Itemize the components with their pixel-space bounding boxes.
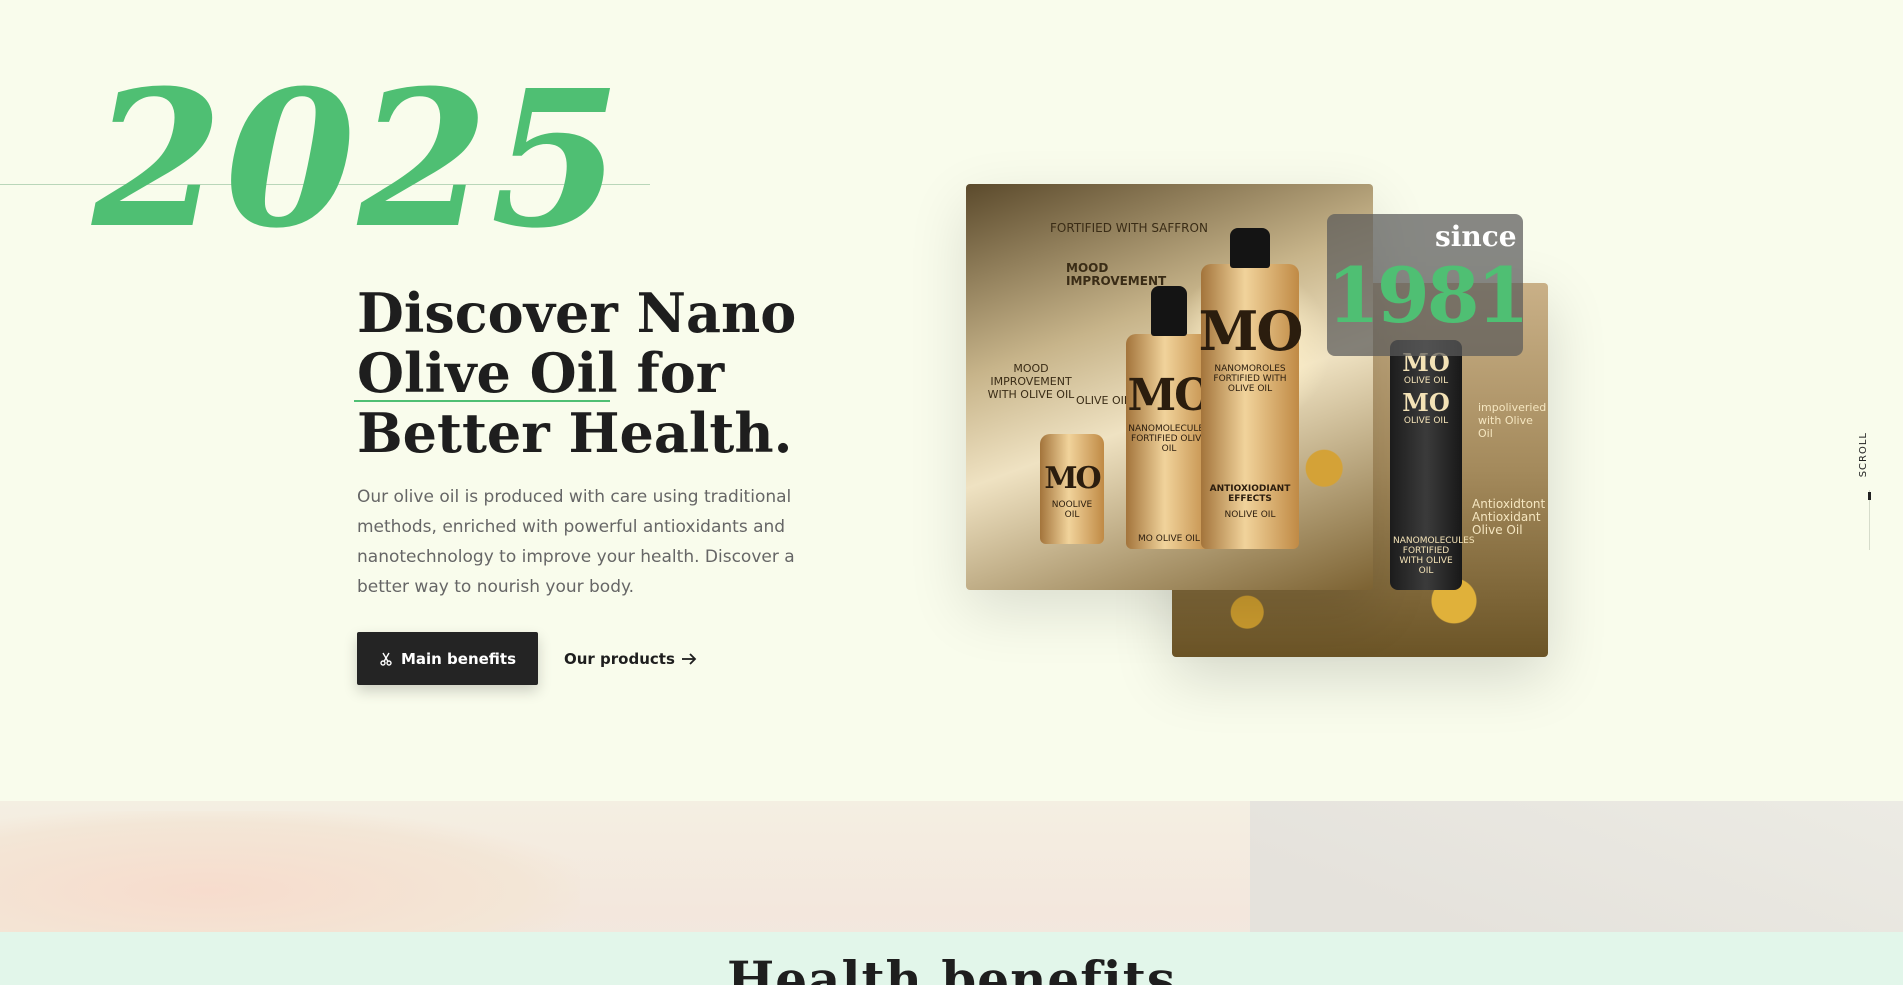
product-image-main: FORTIFIED WITH SAFFRON MOOD IMPROVEMENT … xyxy=(966,184,1373,590)
scroll-thumb xyxy=(1868,492,1871,500)
hero-description: Our olive oil is produced with care usin… xyxy=(357,487,795,597)
headline-line-3: Better Health. xyxy=(357,401,793,465)
dark-bottle-sub-1: OLIVE OIL xyxy=(1403,376,1449,386)
scroll-indicator-label[interactable]: SCROLL xyxy=(1858,432,1869,477)
dark-bottle-foot: NANOMOLECULES FORTIFIED WITH OLIVE OIL xyxy=(1393,536,1475,576)
large-bottle-cap xyxy=(1230,228,1270,268)
small-jar-sub: NOOLIVE OIL xyxy=(1051,500,1093,520)
arrow-right-icon xyxy=(681,653,697,665)
small-jar-mark: MO xyxy=(1044,461,1101,496)
mood-olive-label: MOOD IMPROVEMENT WITH OLIVE OIL xyxy=(987,362,1075,401)
health-benefits-title: Health benefits xyxy=(727,950,1176,985)
large-bottle-foot-2: NOLIVE OIL xyxy=(1224,510,1276,520)
olive-label: OLIVE OIL xyxy=(1076,394,1131,407)
large-bottle-mark: MO xyxy=(1198,299,1304,363)
hero-headline: Discover Nano Olive Oil for Better Healt… xyxy=(357,283,817,463)
headline-line-1: Discover Nano xyxy=(357,281,797,345)
dark-bottle-sub-2: OLIVE OIL xyxy=(1403,416,1449,426)
side-label-2: Antioxidtont Antioxidant Olive Oil xyxy=(1472,497,1546,537)
large-bottle-sub: NANOMOROLES FORTIFIED WITH OLIVE OIL xyxy=(1213,364,1287,394)
dropper-cap xyxy=(1151,286,1187,336)
large-bottle: MO NANOMOROLES FORTIFIED WITH OLIVE OIL … xyxy=(1198,228,1304,549)
main-benefits-button[interactable]: Main benefits xyxy=(357,632,538,685)
top-label: FORTIFIED WITH SAFFRON xyxy=(1050,221,1208,235)
dropper-foot: MO OLIVE OIL xyxy=(1138,534,1200,544)
dark-bottle: MO OLIVE OIL MO OLIVE OIL NANOMOLECULES … xyxy=(1390,340,1475,590)
large-bottle-foot: ANTIOXIODIANT EFFECTS xyxy=(1209,484,1291,504)
headline-line-2: Olive Oil for xyxy=(357,343,817,403)
scissors-icon xyxy=(380,652,392,666)
mood-label: MOOD IMPROVEMENT xyxy=(1066,261,1167,288)
dropper-bottle: MO NANOMOLECULES FORTIFIED OLIVE OIL MO … xyxy=(1126,286,1213,549)
our-products-link[interactable]: Our products xyxy=(564,648,697,670)
headline-highlight: Olive Oil xyxy=(357,341,618,405)
hero-section: 2025 Discover Nano Olive Oil for Better … xyxy=(0,0,1903,800)
since-label: since xyxy=(1435,220,1517,253)
small-jar: MO NOOLIVE OIL xyxy=(1040,434,1104,544)
headline-line-2-rest: for xyxy=(617,341,725,405)
main-benefits-label: Main benefits xyxy=(400,649,517,668)
side-label-1: impoliveried with Olive Oil xyxy=(1478,401,1547,440)
since-year: 1981 xyxy=(1327,251,1530,340)
dropper-mark: MO xyxy=(1127,370,1212,421)
dark-bottle-mark-2: MO xyxy=(1402,388,1450,417)
hero-year: 2025 xyxy=(92,49,624,270)
our-products-label: Our products xyxy=(564,650,675,668)
